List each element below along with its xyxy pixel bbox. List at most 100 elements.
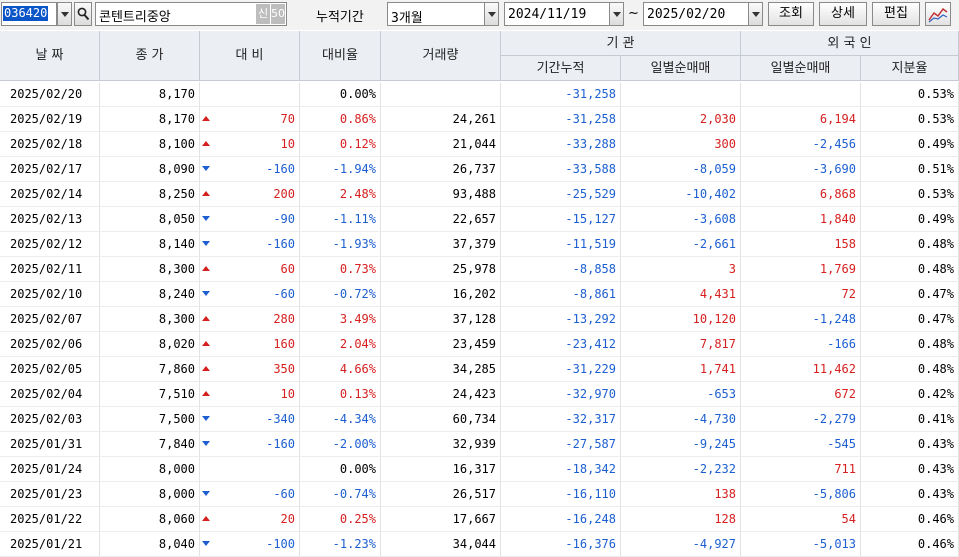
- up-arrow-icon: [202, 341, 210, 346]
- inst-daily-net-cell: -2,661: [621, 232, 741, 257]
- change-cell: -160: [200, 157, 300, 182]
- date-cell: 2025/02/04: [0, 382, 100, 407]
- header-inst-daily-net[interactable]: 일별순매매: [621, 56, 741, 81]
- table-row[interactable]: 2025/02/14 8,250 200 2.48% 93,488 -25,529 -10,…: [0, 182, 959, 207]
- inst-daily-net-cell: 7,817: [621, 332, 741, 357]
- close-cell: 8,040: [100, 532, 200, 557]
- inst-cumulative-cell: -27,587: [501, 432, 621, 457]
- date-range-separator: ~: [628, 6, 639, 21]
- change-rate-cell: 2.48%: [300, 182, 381, 207]
- down-arrow-icon: [202, 491, 210, 496]
- volume-cell: [381, 82, 501, 107]
- foreign-ownership-cell: 0.46%: [861, 507, 959, 532]
- header-inst-cumulative[interactable]: 기간누적: [501, 56, 621, 81]
- header-close[interactable]: 종 가: [100, 31, 200, 81]
- change-cell: 200: [200, 182, 300, 207]
- table-row[interactable]: 2025/02/11 8,300 60 0.73% 25,978 -8,858 3 1,769…: [0, 257, 959, 282]
- foreign-ownership-cell: 0.49%: [861, 132, 959, 157]
- up-arrow-icon: [202, 366, 210, 371]
- change-cell: -160: [200, 232, 300, 257]
- close-cell: 8,250: [100, 182, 200, 207]
- inst-cumulative-cell: -32,317: [501, 407, 621, 432]
- header-date[interactable]: 날 짜: [0, 31, 100, 81]
- table-row[interactable]: 2025/02/06 8,020 160 2.04% 23,459 -23,412 7,81…: [0, 332, 959, 357]
- table-row[interactable]: 2025/02/17 8,090 -160 -1.94% 26,737 -33,588 -8…: [0, 157, 959, 182]
- foreign-ownership-cell: 0.53%: [861, 182, 959, 207]
- foreign-daily-net-cell: -5,806: [741, 482, 861, 507]
- change-cell: 10: [200, 382, 300, 407]
- period-select[interactable]: 3개월: [387, 2, 499, 26]
- change-rate-cell: 0.25%: [300, 507, 381, 532]
- table-row[interactable]: 2025/01/31 7,840 -160 -2.00% 32,939 -27,587 -9…: [0, 432, 959, 457]
- header-foreign-daily-net[interactable]: 일별순매매: [741, 56, 861, 81]
- foreign-ownership-cell: 0.42%: [861, 382, 959, 407]
- date-cell: 2025/02/05: [0, 357, 100, 382]
- inst-daily-net-cell: -10,402: [621, 182, 741, 207]
- end-date-calendar-button[interactable]: [748, 2, 763, 26]
- close-cell: 8,050: [100, 207, 200, 232]
- table-row[interactable]: 2025/02/12 8,140 -160 -1.93% 37,379 -11,519 -2…: [0, 232, 959, 257]
- query-button[interactable]: 조회: [768, 2, 814, 26]
- change-rate-cell: -2.00%: [300, 432, 381, 457]
- end-date-value: 2025/02/20: [647, 7, 726, 22]
- table-row[interactable]: 2025/02/07 8,300 280 3.49% 37,128 -13,292 10,1…: [0, 307, 959, 332]
- detail-button[interactable]: 상세: [819, 2, 867, 26]
- edit-button[interactable]: 편집: [872, 2, 920, 26]
- date-cell: 2025/01/21: [0, 532, 100, 557]
- table-row[interactable]: 2025/02/04 7,510 10 0.13% 24,423 -32,970 -653 6…: [0, 382, 959, 407]
- foreign-daily-net-cell: -166: [741, 332, 861, 357]
- header-foreign-ownership[interactable]: 지분율: [861, 56, 959, 81]
- table-row[interactable]: 2025/02/19 8,170 70 0.86% 24,261 -31,258 2,030…: [0, 107, 959, 132]
- table-row[interactable]: 2025/01/23 8,000 -60 -0.74% 26,517 -16,110 138…: [0, 482, 959, 507]
- date-cell: 2025/02/07: [0, 307, 100, 332]
- up-arrow-icon: [202, 516, 210, 521]
- foreign-ownership-cell: 0.48%: [861, 232, 959, 257]
- close-cell: 8,170: [100, 82, 200, 107]
- change-cell: 10: [200, 132, 300, 157]
- date-cell: 2025/02/13: [0, 207, 100, 232]
- foreign-daily-net-cell: -5,013: [741, 532, 861, 557]
- volume-cell: 93,488: [381, 182, 501, 207]
- inst-cumulative-cell: -25,529: [501, 182, 621, 207]
- foreign-ownership-cell: 0.49%: [861, 207, 959, 232]
- table-row[interactable]: 2025/02/03 7,500 -340 -4.34% 60,734 -32,317 -4…: [0, 407, 959, 432]
- table-row[interactable]: 2025/02/05 7,860 350 4.66% 34,285 -31,229 1,74…: [0, 357, 959, 382]
- header-change-rate[interactable]: 대비율: [300, 31, 381, 81]
- date-cell: 2025/02/06: [0, 332, 100, 357]
- stock-code-input[interactable]: 036420: [1, 2, 57, 26]
- foreign-ownership-cell: 0.41%: [861, 407, 959, 432]
- stock-code-dropdown-button[interactable]: [57, 2, 72, 26]
- volume-cell: 24,261: [381, 107, 501, 132]
- period-dropdown-button[interactable]: [484, 2, 499, 26]
- header-volume[interactable]: 거래량: [381, 31, 501, 81]
- header-change[interactable]: 대 비: [200, 31, 300, 81]
- table-row[interactable]: 2025/02/13 8,050 -90 -1.11% 22,657 -15,127 -3,…: [0, 207, 959, 232]
- up-arrow-icon: [202, 316, 210, 321]
- up-arrow-icon: [202, 141, 210, 146]
- volume-cell: 22,657: [381, 207, 501, 232]
- volume-cell: 34,285: [381, 357, 501, 382]
- foreign-daily-net-cell: 1,769: [741, 257, 861, 282]
- chart-button[interactable]: [925, 2, 951, 26]
- table-row[interactable]: 2025/02/20 8,170 0.00% -31,258 0.53%: [0, 82, 959, 107]
- end-date-field[interactable]: 2025/02/20: [643, 2, 763, 26]
- start-date-field[interactable]: 2024/11/19: [504, 2, 624, 26]
- table-row[interactable]: 2025/01/24 8,000 0.00% 16,317 -18,342 -2,232 7…: [0, 457, 959, 482]
- inst-daily-net-cell: 1,741: [621, 357, 741, 382]
- table-row[interactable]: 2025/01/21 8,040 -100 -1.23% 34,044 -16,376 -4…: [0, 532, 959, 557]
- search-button[interactable]: [74, 2, 92, 26]
- stock-name-field[interactable]: 콘텐트리중앙 신 50: [95, 2, 287, 26]
- header-row: 날 짜 종 가 대 비 대비율 거래량 기 관 외 국 인 기간누적 일별순매매…: [0, 31, 959, 81]
- inst-daily-net-cell: -8,059: [621, 157, 741, 182]
- date-cell: 2025/02/17: [0, 157, 100, 182]
- volume-cell: 32,939: [381, 432, 501, 457]
- change-cell: 20: [200, 507, 300, 532]
- table-row[interactable]: 2025/02/10 8,240 -60 -0.72% 16,202 -8,861 4,43…: [0, 282, 959, 307]
- start-date-calendar-button[interactable]: [609, 2, 624, 26]
- table-row[interactable]: 2025/02/18 8,100 10 0.12% 21,044 -33,288 300 -2…: [0, 132, 959, 157]
- table-row[interactable]: 2025/01/22 8,060 20 0.25% 17,667 -16,248 128 54…: [0, 507, 959, 532]
- volume-cell: 26,517: [381, 482, 501, 507]
- close-cell: 8,060: [100, 507, 200, 532]
- change-cell: 60: [200, 257, 300, 282]
- change-rate-cell: 0.00%: [300, 457, 381, 482]
